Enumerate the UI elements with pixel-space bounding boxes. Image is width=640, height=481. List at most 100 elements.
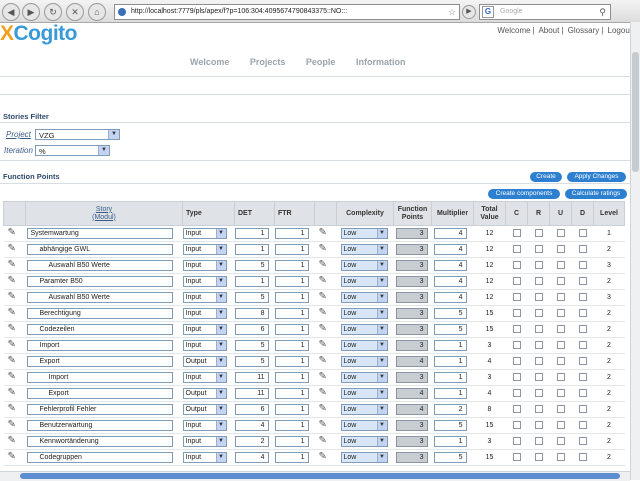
type-select[interactable]: Output ▼ xyxy=(182,404,227,415)
ftr-input[interactable]: 1 xyxy=(274,324,309,335)
d-checkbox[interactable] xyxy=(578,437,587,445)
det-input[interactable]: 5 xyxy=(234,292,269,303)
edit-icon[interactable] xyxy=(319,227,329,238)
nav-people[interactable]: People xyxy=(306,57,336,67)
nav-projects[interactable]: Projects xyxy=(250,57,286,67)
multiplier-input[interactable]: 1 xyxy=(433,340,467,351)
edit-icon[interactable] xyxy=(8,371,18,382)
story-input[interactable]: Codezeilen xyxy=(26,324,173,335)
type-select[interactable]: Input ▼ xyxy=(182,372,227,383)
r-checkbox[interactable] xyxy=(534,325,543,333)
det-input[interactable]: 5 xyxy=(234,260,269,271)
story-input[interactable]: Berechtigung xyxy=(26,308,173,319)
d-checkbox[interactable] xyxy=(578,261,587,269)
link-welcome[interactable]: Welcome xyxy=(497,26,530,35)
edit-icon[interactable] xyxy=(8,387,18,398)
ftr-input[interactable]: 1 xyxy=(274,292,309,303)
c-checkbox[interactable] xyxy=(512,357,521,365)
multiplier-input[interactable]: 4 xyxy=(433,228,467,239)
type-select[interactable]: Input ▼ xyxy=(182,260,227,271)
edit-icon[interactable] xyxy=(8,403,18,414)
d-checkbox[interactable] xyxy=(578,277,587,285)
c-checkbox[interactable] xyxy=(512,309,521,317)
det-input[interactable]: 6 xyxy=(234,324,269,335)
multiplier-input[interactable]: 5 xyxy=(433,308,467,319)
complexity-select[interactable]: Low ▼ xyxy=(340,260,388,271)
c-checkbox[interactable] xyxy=(512,341,521,349)
edit-icon[interactable] xyxy=(8,259,18,270)
multiplier-input[interactable]: 5 xyxy=(433,420,467,431)
det-input[interactable]: 8 xyxy=(234,308,269,319)
type-select[interactable]: Input ▼ xyxy=(182,340,227,351)
iteration-select[interactable]: % ▼ xyxy=(35,145,110,156)
type-select[interactable]: Input ▼ xyxy=(182,244,227,255)
nav-information[interactable]: Information xyxy=(356,57,406,67)
story-input[interactable]: Auswahl B50 Werte xyxy=(26,292,173,303)
multiplier-input[interactable]: 5 xyxy=(433,452,467,463)
type-select[interactable]: Input ▼ xyxy=(182,228,227,239)
forward-icon[interactable]: ▶ xyxy=(22,3,40,21)
det-input[interactable]: 1 xyxy=(234,276,269,287)
create-button[interactable]: Create xyxy=(530,172,562,182)
link-about[interactable]: About xyxy=(538,26,559,35)
d-checkbox[interactable] xyxy=(578,341,587,349)
r-checkbox[interactable] xyxy=(534,405,543,413)
edit-icon[interactable] xyxy=(8,339,18,350)
back-icon[interactable]: ◀ xyxy=(2,3,20,21)
reload-icon[interactable]: ↻ xyxy=(44,3,62,21)
type-select[interactable]: Input ▼ xyxy=(182,276,227,287)
edit-icon[interactable] xyxy=(8,307,18,318)
ftr-input[interactable]: 1 xyxy=(274,228,309,239)
det-input[interactable]: 4 xyxy=(234,420,269,431)
edit-icon[interactable] xyxy=(8,275,18,286)
edit-icon[interactable] xyxy=(8,419,18,430)
c-checkbox[interactable] xyxy=(512,261,521,269)
multiplier-input[interactable]: 4 xyxy=(433,276,467,287)
edit-icon[interactable] xyxy=(319,451,329,462)
det-input[interactable]: 11 xyxy=(234,372,269,383)
u-checkbox[interactable] xyxy=(556,389,565,397)
det-input[interactable]: 6 xyxy=(234,404,269,415)
edit-icon[interactable] xyxy=(319,259,329,270)
complexity-select[interactable]: Low ▼ xyxy=(340,388,388,399)
multiplier-input[interactable]: 4 xyxy=(433,260,467,271)
edit-icon[interactable] xyxy=(319,307,329,318)
r-checkbox[interactable] xyxy=(534,421,543,429)
type-select[interactable]: Input ▼ xyxy=(182,292,227,303)
calculate-ratings-button[interactable]: Calculate ratings xyxy=(565,189,627,199)
c-checkbox[interactable] xyxy=(512,421,521,429)
edit-icon[interactable] xyxy=(319,435,329,446)
c-checkbox[interactable] xyxy=(512,389,521,397)
ftr-input[interactable]: 1 xyxy=(274,452,309,463)
address-bar[interactable]: http://localhost:7779/pls/apex/f?p=106:3… xyxy=(114,4,460,20)
d-checkbox[interactable] xyxy=(578,421,587,429)
r-checkbox[interactable] xyxy=(534,245,543,253)
multiplier-input[interactable]: 5 xyxy=(433,324,467,335)
det-input[interactable]: 11 xyxy=(234,388,269,399)
u-checkbox[interactable] xyxy=(556,325,565,333)
det-input[interactable]: 2 xyxy=(234,436,269,447)
d-checkbox[interactable] xyxy=(578,229,587,237)
complexity-select[interactable]: Low ▼ xyxy=(340,404,388,415)
r-checkbox[interactable] xyxy=(534,357,543,365)
edit-icon[interactable] xyxy=(319,355,329,366)
u-checkbox[interactable] xyxy=(556,293,565,301)
complexity-select[interactable]: Low ▼ xyxy=(340,372,388,383)
edit-icon[interactable] xyxy=(8,323,18,334)
link-glossary[interactable]: Glossary xyxy=(568,26,600,35)
d-checkbox[interactable] xyxy=(578,357,587,365)
edit-icon[interactable] xyxy=(319,387,329,398)
story-input[interactable]: abhängige GWL xyxy=(26,244,173,255)
det-input[interactable]: 5 xyxy=(234,340,269,351)
story-input[interactable]: Systemwartung xyxy=(26,228,173,239)
u-checkbox[interactable] xyxy=(556,373,565,381)
type-select[interactable]: Input ▼ xyxy=(182,420,227,431)
complexity-select[interactable]: Low ▼ xyxy=(340,324,388,335)
complexity-select[interactable]: Low ▼ xyxy=(340,292,388,303)
complexity-select[interactable]: Low ▼ xyxy=(340,228,388,239)
complexity-select[interactable]: Low ▼ xyxy=(340,244,388,255)
u-checkbox[interactable] xyxy=(556,261,565,269)
det-input[interactable]: 5 xyxy=(234,356,269,367)
u-checkbox[interactable] xyxy=(556,437,565,445)
edit-icon[interactable] xyxy=(8,451,18,462)
